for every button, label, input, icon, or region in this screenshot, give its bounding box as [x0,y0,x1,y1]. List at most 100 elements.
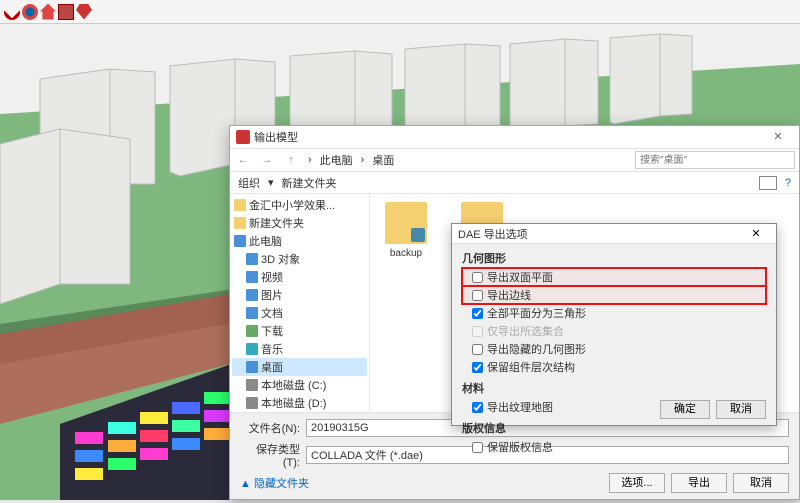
back-icon[interactable]: ← [234,151,252,169]
close-icon[interactable]: ✕ [763,128,793,146]
option-row[interactable]: 导出隐藏的几何图形 [462,340,766,358]
tree-item-label: 本地磁盘 (D:) [261,395,326,411]
option-row[interactable]: 全部平面分为三角形 [462,304,766,322]
eye-icon[interactable] [22,4,38,20]
tree-item-label: 新建文件夹 [249,215,304,231]
geometry-heading: 几何图形 [462,250,766,266]
option-label: 保留组件层次结构 [487,359,575,375]
drive-icon [246,397,258,409]
option-checkbox[interactable] [472,290,483,301]
option-checkbox[interactable] [472,402,483,413]
view-mode-button[interactable] [759,176,777,190]
organize-button[interactable]: 组织 [238,175,260,191]
option-label: 保留版权信息 [487,439,553,455]
option-checkbox[interactable] [472,272,483,283]
folder-tree[interactable]: 金汇中小学效果...新建文件夹此电脑3D 对象视频图片文档下载音乐桌面本地磁盘 … [230,194,370,412]
tree-item[interactable]: 图片 [232,286,367,304]
option-label: 导出边线 [487,287,531,303]
tree-item[interactable]: 下载 [232,322,367,340]
dialog-title: 输出模型 [254,129,763,145]
option-checkbox[interactable] [472,362,483,373]
option-row[interactable]: 保留版权信息 [462,438,766,456]
comp-icon [246,271,258,283]
cancel-button[interactable]: 取消 [733,473,789,493]
tree-item-label: 视频 [261,269,283,285]
close-icon[interactable]: ✕ [742,227,770,240]
breadcrumb-seg[interactable]: 桌面 [370,152,396,168]
option-checkbox[interactable] [472,442,483,453]
tree-item[interactable]: 金汇中小学效果... [232,196,367,214]
breadcrumb[interactable]: › 此电脑 › 桌面 [306,152,629,168]
tree-item[interactable]: 本地磁盘 (C:) [232,376,367,394]
music-icon [246,343,258,355]
hide-folders-toggle[interactable]: ▲ 隐藏文件夹 [240,475,309,491]
credits-heading: 版权信息 [462,420,766,436]
ok-button[interactable]: 确定 [660,400,710,419]
comp-icon [234,235,246,247]
tree-item[interactable]: 本地磁盘 (D:) [232,394,367,412]
tree-item[interactable]: 视频 [232,268,367,286]
comp-icon [246,307,258,319]
option-row[interactable]: 导出边线 [462,286,766,304]
search-input[interactable] [635,151,795,169]
tree-item[interactable]: 新建文件夹 [232,214,367,232]
export-button[interactable]: 导出 [671,473,727,493]
tree-item-label: 金汇中小学效果... [249,197,335,213]
comp-icon [246,253,258,265]
comp-icon [246,361,258,373]
dl-icon [246,325,258,337]
options-titlebar[interactable]: DAE 导出选项 ✕ [452,224,776,244]
tree-item-label: 3D 对象 [261,251,300,267]
drive-icon [246,379,258,391]
tree-item[interactable]: 3D 对象 [232,250,367,268]
options-title: DAE 导出选项 [458,226,742,242]
option-label: 仅导出所选集合 [487,323,564,339]
options-button[interactable]: 选项... [609,473,665,493]
up-icon[interactable]: ↑ [282,151,300,169]
option-row[interactable]: 导出双面平面 [462,268,766,286]
filetype-label: 保存类型(T): [240,441,300,469]
dialog-nav: ← → ↑ › 此电脑 › 桌面 [230,148,799,172]
folder-icon [234,199,246,211]
tree-item-label: 音乐 [261,341,283,357]
app-icon [236,130,250,144]
tree-item[interactable]: 桌面 [232,358,367,376]
cancel-button[interactable]: 取消 [716,400,766,419]
dae-options-dialog: DAE 导出选项 ✕ 几何图形 导出双面平面导出边线全部平面分为三角形仅导出所选… [451,223,777,426]
tree-item[interactable]: 文档 [232,304,367,322]
file-label: backup [378,248,434,259]
breadcrumb-seg[interactable]: 此电脑 [318,152,355,168]
option-checkbox[interactable] [472,308,483,319]
tree-item[interactable]: 音乐 [232,340,367,358]
filename-label: 文件名(N): [240,420,300,436]
option-checkbox[interactable] [472,344,483,355]
option-row[interactable]: 仅导出所选集合 [462,322,766,340]
option-label: 导出隐藏的几何图形 [487,341,586,357]
tree-item-label: 此电脑 [249,233,282,249]
comp-icon [246,289,258,301]
option-label: 全部平面分为三角形 [487,305,586,321]
folder-icon [234,217,246,229]
folder-icon [385,202,427,244]
tree-item-label: 下载 [261,323,283,339]
scissors-icon[interactable] [4,4,20,20]
option-label: 导出纹理地图 [487,399,553,415]
option-label: 导出双面平面 [487,269,553,285]
main-toolbar [0,0,800,24]
option-row[interactable]: 保留组件层次结构 [462,358,766,376]
materials-heading: 材料 [462,380,766,396]
dialog-toolbar: 组织 ▾ 新建文件夹 ? [230,172,799,194]
cube-icon[interactable] [58,4,74,20]
gem-icon[interactable] [76,4,92,20]
new-folder-button[interactable]: 新建文件夹 [282,175,337,191]
tree-item-label: 文档 [261,305,283,321]
dialog-titlebar[interactable]: 输出模型 ✕ [230,126,799,148]
tree-item-label: 桌面 [261,359,283,375]
tree-item[interactable]: 此电脑 [232,232,367,250]
help-icon[interactable]: ? [785,177,791,189]
option-checkbox [472,326,483,337]
house-icon[interactable] [40,4,56,20]
forward-icon[interactable]: → [258,151,276,169]
file-item[interactable]: backup [378,202,434,259]
tree-item-label: 图片 [261,287,283,303]
